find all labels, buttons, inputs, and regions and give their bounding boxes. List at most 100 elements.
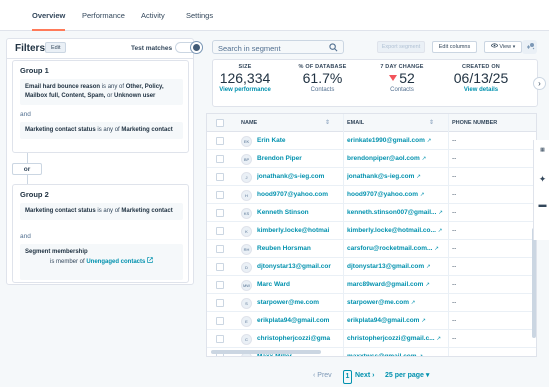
tab-overview[interactable]: Overview [32, 0, 66, 31]
contact-name-link[interactable]: Marc Ward [257, 281, 343, 288]
contact-name-link[interactable]: hood9707@yahoo.com [257, 191, 343, 198]
row-checkbox[interactable] [216, 245, 224, 253]
contact-email-link[interactable]: carsforu@rocketmail.com... ↗ [347, 245, 447, 252]
row-checkbox[interactable] [216, 155, 224, 163]
table-row[interactable]: KS Kenneth Stinson kenneth.stinson007@gmai… [207, 204, 536, 222]
contact-name-link[interactable]: jonathank@s-ieg.com [257, 173, 343, 180]
table-row[interactable]: Hhood9707@yahoo.com hood9707@yahoo.com ↗ -… [207, 186, 536, 204]
external-link-icon: ↗ [436, 336, 442, 342]
table-row[interactable]: RH Reuben Horsman carsforu@rocketmail.com.… [207, 240, 536, 258]
contact-email-link[interactable]: kenneth.stinson007@gmail... ↗ [347, 209, 447, 216]
sort-icon[interactable]: ⇕ [429, 119, 434, 126]
contact-email-link[interactable]: starpower@me.com ↗ [347, 299, 447, 306]
sparkle-icon[interactable]: ✦ [536, 173, 549, 186]
contact-name-link[interactable]: christopherjcozzi@gma [257, 335, 343, 342]
contact-name-link[interactable]: Erin Kate [257, 137, 343, 144]
contact-name-link[interactable]: Kenneth Stinson [257, 209, 343, 216]
filter-condition[interactable]: Email hard bounce reason is any of Other… [20, 79, 183, 105]
decrease-arrow-icon [389, 75, 398, 81]
email-text: starpower@me.com [347, 299, 409, 306]
page-number-current[interactable]: 1 [343, 370, 352, 384]
table-body: EK Erin Kate erinkate1990@gmail.com ↗ -- BP B… [207, 132, 536, 356]
contact-name-link[interactable]: Brendon Piper [257, 155, 343, 162]
row-checkbox[interactable] [216, 317, 224, 325]
filter-condition[interactable]: Marketing contact status is any of Marke… [20, 203, 183, 220]
row-checkbox[interactable] [216, 191, 224, 199]
view-details-link[interactable]: View details [441, 87, 521, 93]
chevron-right-icon[interactable]: › [533, 77, 546, 90]
avatar: BP [241, 154, 252, 165]
condition-values[interactable]: Unengaged contacts [86, 259, 145, 265]
table-row[interactable]: Sstarpower@me.com starpower@me.com ↗ -- [207, 294, 536, 312]
row-checkbox[interactable] [216, 227, 224, 235]
condition-operator: is member of [50, 259, 87, 265]
column-header-phone[interactable]: PHONE NUMBER [452, 120, 497, 126]
table-row[interactable]: Cchristopherjcozzi@gma christopherjcozzi@… [207, 330, 536, 348]
tab-activity[interactable]: Activity [141, 0, 165, 31]
or-button[interactable]: or [12, 163, 42, 175]
table-row[interactable]: Ddjtonystar13@gmail.cor djtonystar13@gmai… [207, 258, 536, 276]
contact-name-link[interactable]: djtonystar13@gmail.cor [257, 263, 343, 270]
table-row[interactable]: Eerikplata94@gmail.com erikplata94@gmail.… [207, 312, 536, 330]
avatar: J [241, 172, 252, 183]
table-row[interactable]: Kkimberly.locke@hotmai kimberly.locke@hot… [207, 222, 536, 240]
search-input[interactable]: Search in segment [212, 40, 344, 54]
contact-name-link[interactable]: Reuben Horsman [257, 245, 343, 252]
row-checkbox[interactable] [216, 263, 224, 271]
contact-email-link[interactable]: hood9707@yahoo.com ↗ [347, 191, 447, 198]
table-row[interactable]: Jjonathank@s-ieg.com jonathank@s-ieg.com … [207, 168, 536, 186]
row-checkbox[interactable] [216, 173, 224, 181]
tab-performance[interactable]: Performance [82, 0, 125, 31]
and-label: and [20, 233, 31, 240]
table-row[interactable]: EK Erin Kate erinkate1990@gmail.com ↗ -- [207, 132, 536, 150]
external-link-icon: ↗ [434, 246, 439, 252]
contact-email-link[interactable]: christopherjcozzi@gmail.c... ↗ [347, 335, 447, 342]
export-segment-button[interactable]: Export segment [377, 41, 425, 53]
row-checkbox[interactable] [216, 137, 224, 145]
contact-email-link[interactable]: brendonpiper@aol.com ↗ [347, 155, 447, 162]
contact-email-link[interactable]: erikplata94@gmail.com ↗ [347, 317, 447, 324]
tab-settings[interactable]: Settings [186, 0, 213, 31]
view-performance-link[interactable]: View performance [215, 87, 275, 93]
column-header-name[interactable]: NAME [241, 120, 257, 126]
contact-name-link[interactable]: starpower@me.com [257, 299, 343, 306]
contact-name-link[interactable]: kimberly.locke@hotmai [257, 227, 343, 234]
filter-condition[interactable]: Segment membership is member of Unengage… [20, 244, 183, 280]
contact-email-link[interactable]: marc89ward@gmail.com ↗ [347, 281, 447, 288]
stat-percent-database: % OF DATABASE 61.7% Contacts [285, 64, 360, 93]
edit-columns-button[interactable]: Edit columns [432, 41, 477, 53]
condition-operator: is any of [100, 84, 126, 90]
column-header-email[interactable]: EMAIL [347, 120, 364, 126]
contact-email-link[interactable]: erinkate1990@gmail.com ↗ [347, 137, 447, 144]
per-page-dropdown[interactable]: 25 per page ▾ [385, 370, 429, 382]
prev-page-button[interactable]: ‹ Prev [313, 370, 332, 382]
horizontal-scrollbar[interactable] [211, 350, 321, 354]
contact-email-link[interactable]: jonathank@s-ieg.com ↗ [347, 173, 447, 180]
chat-icon[interactable]: ▬ [536, 198, 549, 211]
search-icon[interactable] [329, 43, 338, 52]
vertical-scrollbar[interactable] [532, 228, 536, 338]
test-matches-toggle[interactable] [175, 42, 203, 53]
row-checkbox[interactable] [216, 209, 224, 217]
next-page-button[interactable]: Next › [355, 370, 374, 382]
contact-name-link[interactable]: erikplata94@gmail.com [257, 317, 343, 324]
sort-icon[interactable]: ⇕ [325, 119, 330, 126]
email-text: erinkate1990@gmail.com [347, 137, 425, 144]
table-row[interactable]: MW Marc Ward marc89ward@gmail.com ↗ -- [207, 276, 536, 294]
condition-values: Marketing contact [121, 208, 173, 214]
edit-filters-button[interactable]: Edit [45, 42, 67, 53]
email-text: jonathank@s-ieg.com [347, 173, 415, 180]
table-row[interactable]: BP Brendon Piper brendonpiper@aol.com ↗ -- [207, 150, 536, 168]
contact-email-link[interactable]: djtonystar13@gmail.com ↗ [347, 263, 447, 270]
select-all-checkbox[interactable] [216, 119, 224, 127]
filter-condition[interactable]: Marketing contact status is any of Marke… [20, 122, 183, 139]
contact-email-link[interactable]: kimberly.locke@hotmail.co... ↗ [347, 227, 447, 234]
view-dropdown[interactable]: View ▾ [484, 41, 522, 53]
row-checkbox[interactable] [216, 299, 224, 307]
ai-assistant-button[interactable] [522, 40, 537, 54]
table-header: NAME ⇕ EMAIL ⇕ PHONE NUMBER [207, 114, 536, 132]
row-checkbox[interactable] [216, 335, 224, 343]
grid-icon[interactable]: ▦ [536, 144, 549, 157]
contact-email-link[interactable]: maxxtwss@gmail.com ↗ [347, 353, 447, 356]
row-checkbox[interactable] [216, 281, 224, 289]
